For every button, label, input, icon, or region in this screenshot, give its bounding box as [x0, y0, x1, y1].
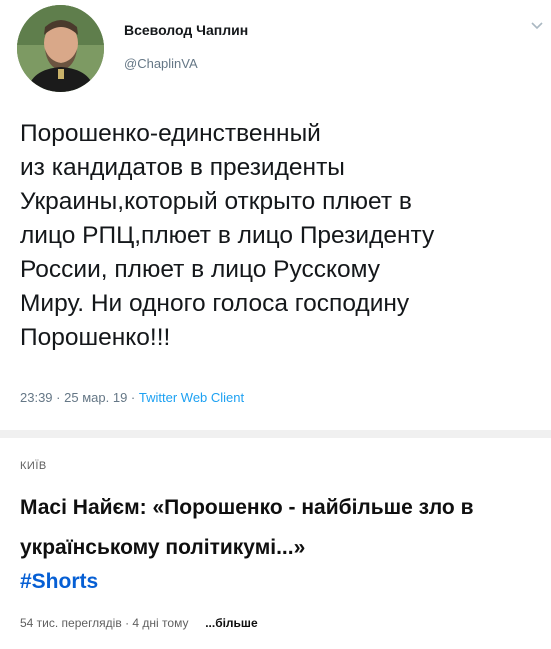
meta-separator: ·: [56, 390, 61, 405]
avatar[interactable]: [17, 5, 104, 92]
author-name[interactable]: Всеволод Чаплин: [124, 22, 248, 38]
chevron-down-icon[interactable]: [529, 18, 545, 34]
video-stats: 54 тис. переглядів · 4 дні тому ...більш…: [20, 616, 258, 630]
video-location[interactable]: КИЇВ: [20, 460, 47, 472]
more-link[interactable]: ...більше: [205, 616, 257, 630]
view-count: 54 тис. переглядів: [20, 616, 122, 630]
tweet-date[interactable]: 25 мар. 19: [64, 390, 127, 405]
author-handle[interactable]: @ChaplinVA: [124, 56, 198, 71]
tweet-source[interactable]: Twitter Web Client: [139, 390, 244, 405]
tweet-time[interactable]: 23:39: [20, 390, 53, 405]
divider: [0, 430, 551, 438]
avatar-photo: [17, 5, 104, 92]
video-card[interactable]: КИЇВ Масі Найєм: «Порошенко - найбільше …: [0, 438, 551, 649]
tweet-text: Порошенко-единственный из кандидатов в п…: [20, 120, 435, 351]
meta-separator: ·: [130, 390, 136, 405]
upload-age: 4 дні тому: [132, 616, 189, 630]
tweet-meta: 23:39 · 25 мар. 19 · Twitter Web Client: [20, 390, 244, 405]
tweet-card: Всеволод Чаплин @ChaplinVA Порошенко-еди…: [0, 0, 551, 430]
video-title[interactable]: Масі Найєм: «Порошенко - найбільше зло в…: [20, 488, 540, 568]
video-hashtag[interactable]: #Shorts: [20, 570, 98, 594]
